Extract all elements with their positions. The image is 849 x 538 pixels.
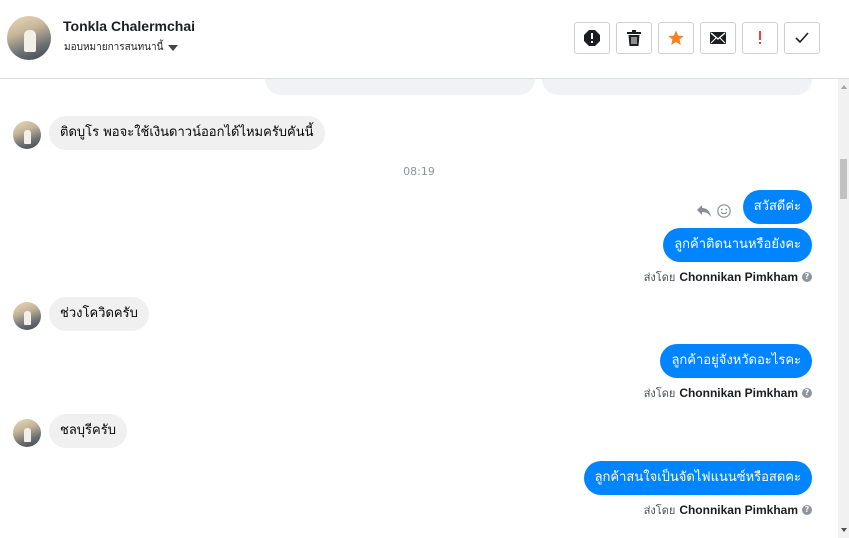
outgoing-message[interactable]: สวัสดีค่ะ <box>742 190 812 224</box>
checkmark-icon <box>795 32 809 44</box>
caret-down-icon <box>168 45 179 51</box>
help-icon[interactable]: ? <box>802 388 812 398</box>
delete-button[interactable] <box>616 22 652 54</box>
agent-name: Chonnikan Pimkham <box>679 270 798 284</box>
emoji-reaction-icon[interactable] <box>717 204 731 218</box>
agent-name: Chonnikan Pimkham <box>679 503 798 517</box>
envelope-icon <box>710 32 726 44</box>
outgoing-message[interactable]: ลูกค้าอยู่จังหวัดอะไรคะ <box>660 344 812 378</box>
conversation-header: Tonkla Chalermchai มอบหมายการสนทนานี้ <box>0 0 849 79</box>
contact-avatar-small[interactable] <box>13 121 41 149</box>
incoming-message[interactable]: ชลบุรีครับ <box>49 414 127 448</box>
assign-label: มอบหมายการสนทนานี้ <box>64 42 164 53</box>
sent-by-prefix: ส่งโดย <box>643 504 676 517</box>
sent-by-label: ส่งโดย Chonnikan Pimkham ? <box>644 384 812 402</box>
mark-done-button[interactable] <box>784 22 820 54</box>
agent-name: Chonnikan Pimkham <box>679 386 798 400</box>
contact-avatar-small[interactable] <box>13 302 41 330</box>
incoming-message[interactable]: ติดบูโร พอจะใช้เงินดาวน์ออกได้ไหมครับคัน… <box>49 116 325 150</box>
exclamation-icon <box>759 31 761 44</box>
contact-avatar-small[interactable] <box>13 419 41 447</box>
contact-name[interactable]: Tonkla Chalermchai <box>63 18 195 34</box>
star-button[interactable] <box>658 22 694 54</box>
chat-scrollbar[interactable] <box>838 79 849 538</box>
sent-by-prefix: ส่งโดย <box>643 387 676 400</box>
sent-by-label: ส่งโดย Chonnikan Pimkham ? <box>644 268 812 286</box>
star-icon <box>668 30 684 45</box>
mark-unread-button[interactable] <box>700 22 736 54</box>
contact-avatar[interactable] <box>7 16 51 60</box>
message-thread[interactable]: ติดบูโร พอจะใช้เงินดาวน์ออกได้ไหมครับคัน… <box>0 79 838 538</box>
help-icon[interactable]: ? <box>802 272 812 282</box>
trash-icon <box>627 30 641 46</box>
incoming-message[interactable]: ช่วงโควิดครับ <box>49 297 149 331</box>
outgoing-message[interactable]: ลูกค้าติดนานหรือยังคะ <box>663 228 812 262</box>
previous-message-bubble <box>265 79 535 95</box>
scrollbar-thumb[interactable] <box>840 159 847 199</box>
scroll-up-arrow-icon[interactable] <box>841 85 847 89</box>
help-icon[interactable]: ? <box>802 505 812 515</box>
follow-up-button[interactable] <box>742 22 778 54</box>
sent-by-prefix: ส่งโดย <box>643 271 676 284</box>
message-tools <box>697 204 731 218</box>
assign-conversation-dropdown[interactable]: มอบหมายการสนทนานี้ <box>64 40 179 55</box>
scroll-down-arrow-icon[interactable] <box>841 528 847 532</box>
outgoing-message[interactable]: ลูกค้าสนใจเป็นจัดไฟแนนซ์หรือสดคะ <box>583 461 812 495</box>
message-timestamp: 08:19 <box>403 165 435 178</box>
sent-by-label: ส่งโดย Chonnikan Pimkham ? <box>644 501 812 519</box>
reply-icon[interactable] <box>697 205 711 217</box>
report-spam-button[interactable] <box>574 22 610 54</box>
previous-message-bubble <box>542 79 812 95</box>
report-spam-icon <box>584 30 600 46</box>
conversation-actions <box>574 22 820 54</box>
